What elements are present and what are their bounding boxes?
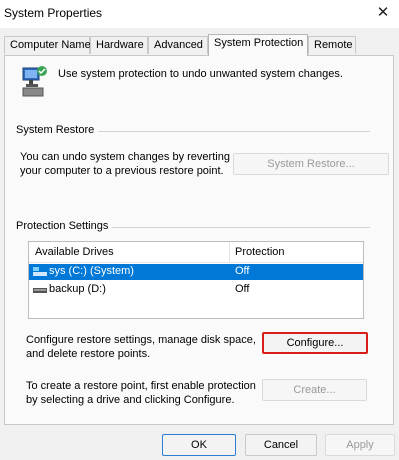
ok-button[interactable]: OK xyxy=(162,434,236,456)
tab-hardware[interactable]: Hardware xyxy=(90,36,148,54)
configure-description-line2: and delete restore points. xyxy=(26,348,151,360)
system-restore-group-label: System Restore xyxy=(16,124,99,136)
column-available-drives[interactable]: Available Drives xyxy=(35,246,114,258)
drive-icon xyxy=(33,285,47,295)
close-icon[interactable]: ✕ xyxy=(373,3,393,23)
drive-name: sys (C:) (System) xyxy=(49,265,134,277)
system-restore-description-line2: your computer to a previous restore poin… xyxy=(20,165,224,177)
create-description-line1: To create a restore point, first enable … xyxy=(26,380,256,392)
system-protection-icon xyxy=(21,64,49,98)
cancel-button[interactable]: Cancel xyxy=(245,434,317,456)
drive-protection-status: Off xyxy=(235,265,250,277)
system-drive-icon xyxy=(33,267,47,277)
protection-settings-group-label: Protection Settings xyxy=(16,220,113,232)
tab-remote[interactable]: Remote xyxy=(308,36,356,54)
drive-protection-status: Off xyxy=(235,283,250,295)
drives-list[interactable]: Available Drives Protection sys (C:) (Sy… xyxy=(28,241,364,319)
system-restore-description-line1: You can undo system changes by reverting xyxy=(20,151,230,163)
list-header: Available Drives Protection xyxy=(29,242,363,263)
intro-text: Use system protection to undo unwanted s… xyxy=(58,68,343,80)
system-restore-button[interactable]: System Restore... xyxy=(233,153,389,175)
tab-computer-name[interactable]: Computer Name xyxy=(4,36,91,54)
dialog-footer: OK Cancel Apply xyxy=(0,425,399,460)
drive-name: backup (D:) xyxy=(49,283,106,295)
configure-description-line1: Configure restore settings, manage disk … xyxy=(26,334,256,346)
column-protection[interactable]: Protection xyxy=(235,246,285,258)
apply-button[interactable]: Apply xyxy=(325,434,395,456)
tab-system-protection[interactable]: System Protection xyxy=(208,34,308,56)
tab-advanced[interactable]: Advanced xyxy=(148,36,208,54)
column-divider xyxy=(229,242,230,262)
drive-row-backup-d[interactable]: backup (D:) Off xyxy=(29,282,363,298)
title-bar: System Properties ✕ xyxy=(0,0,399,28)
create-description-line2: by selecting a drive and clicking Config… xyxy=(26,394,235,406)
drive-row-sys-c[interactable]: sys (C:) (System) Off xyxy=(29,264,363,280)
configure-button[interactable]: Configure... xyxy=(262,332,368,354)
create-button[interactable]: Create... xyxy=(262,379,367,401)
tab-panel-system-protection xyxy=(4,55,394,425)
window-title: System Properties xyxy=(4,6,103,20)
